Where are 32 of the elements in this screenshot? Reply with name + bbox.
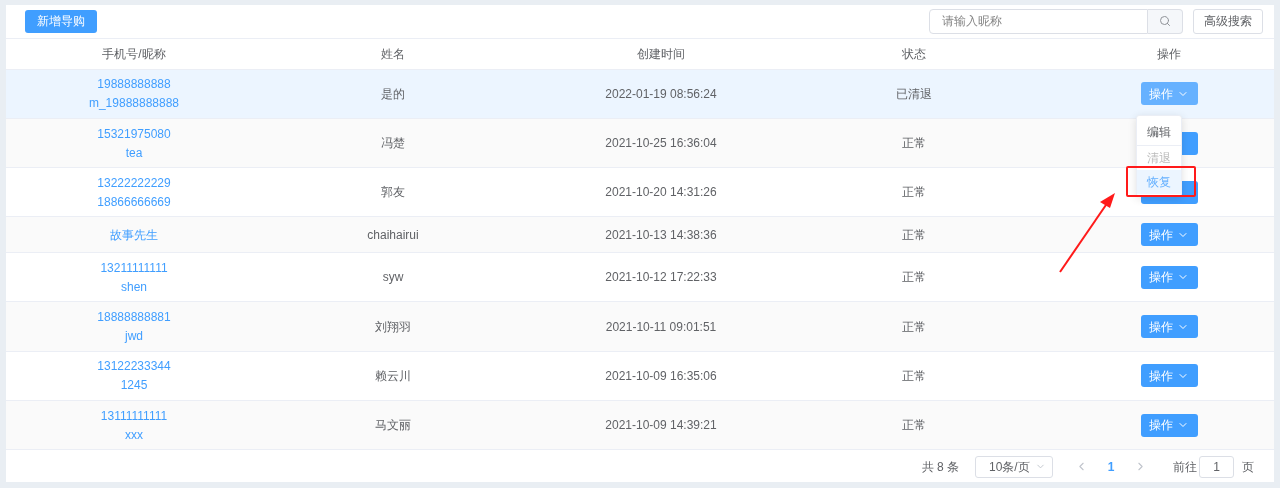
column-header: 姓名 (381, 45, 405, 63)
table-cell-text: 郭友 (381, 184, 405, 202)
column-header: 状态 (902, 45, 926, 63)
table-cell-text: 2022-01-19 08:56:24 (605, 85, 717, 103)
table-cell-text: 正常 (902, 184, 926, 202)
column-header: 手机号/昵称 (102, 45, 166, 63)
table-cell-text: chaihairui (367, 226, 419, 244)
table-cell-text: 已清退 (896, 85, 932, 103)
table-cell-text: 正常 (902, 367, 926, 385)
table-cell-text: 正常 (902, 417, 926, 434)
table-cell-text: 2021-10-20 14:31:26 (605, 184, 717, 202)
total-count: 共 8 条 (921, 458, 959, 476)
table-cell-text: 2021-10-12 17:22:33 (605, 269, 717, 287)
table-cell-text: 2021-10-09 16:35:06 (605, 367, 717, 385)
table-cell-text: 正常 (902, 135, 926, 152)
table-cell-text: 冯楚 (381, 135, 405, 152)
table-cell-text: 正常 (902, 226, 926, 244)
table-cell-text: 正常 (902, 318, 926, 336)
table-cell-text: 2021-10-09 14:39:21 (605, 417, 717, 434)
column-header: 创建时间 (637, 45, 685, 63)
table-cell-text: 2021-10-25 16:36:04 (605, 135, 717, 152)
column-header: 操作 (1157, 45, 1181, 63)
table-cell-text: 马文丽 (375, 417, 411, 434)
goto-label: 前往 (1173, 458, 1197, 476)
page-suffix: 页 (1242, 458, 1254, 476)
table-cell-text: 正常 (902, 269, 926, 287)
table-cell-text: 刘翔羽 (375, 318, 411, 336)
table-cell-text: 赖云川 (375, 367, 411, 385)
table-cell-text: 2021-10-13 14:38:36 (605, 226, 717, 244)
table-cell-text: syw (382, 269, 404, 287)
table-cell-text: 2021-10-11 09:01:51 (605, 318, 717, 336)
table-cell-text: 是的 (381, 85, 405, 103)
